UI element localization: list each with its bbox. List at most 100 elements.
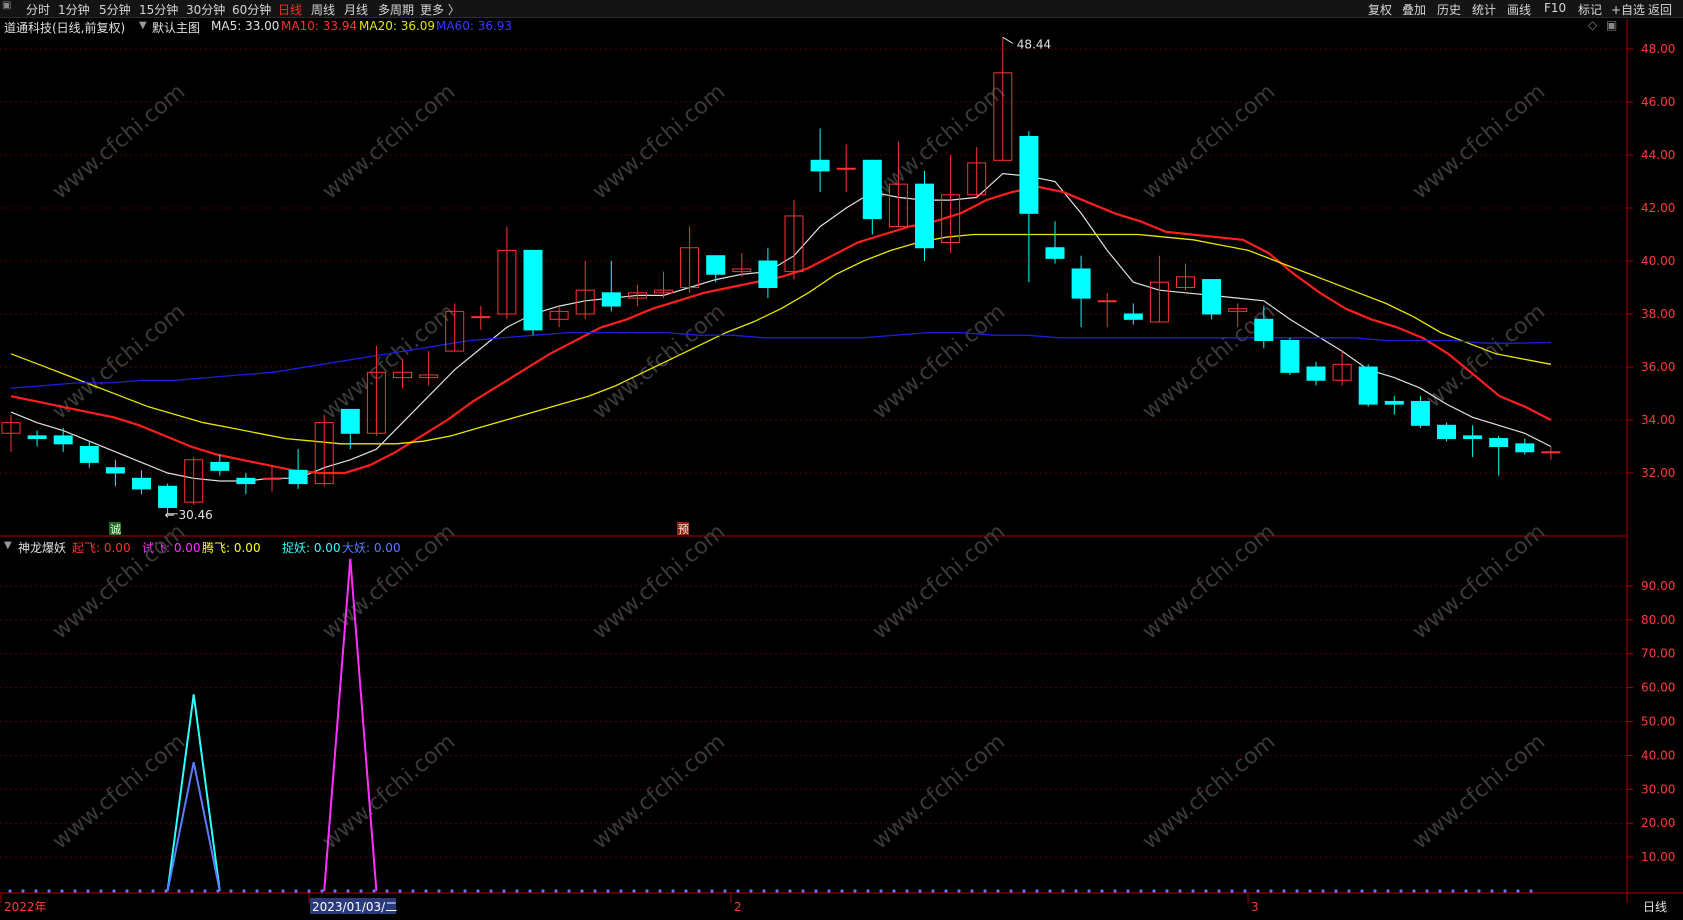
ma-line-ma20: [10, 233, 1552, 445]
baseline-marker: [320, 889, 324, 893]
baseline-marker: [385, 889, 389, 893]
candle: [1463, 425, 1483, 458]
baseline-marker: [1451, 889, 1455, 893]
baseline-marker: [1100, 889, 1104, 893]
candle: [1489, 435, 1509, 476]
baseline-marker: [86, 889, 90, 893]
watermark-text: www.cfchi.com: [868, 729, 1010, 854]
baseline-marker: [60, 889, 64, 893]
candle: [1045, 221, 1065, 264]
candle-body-up: [262, 477, 282, 480]
signal-mark-2: 预: [678, 523, 689, 536]
baseline-marker: [1217, 889, 1221, 893]
period-label: 日线: [1643, 900, 1667, 914]
candle: [523, 249, 543, 336]
candle-body-down: [27, 435, 47, 440]
candle-body-up: [1541, 451, 1561, 454]
candle-body-down: [1515, 443, 1535, 453]
indicator-label: 70.00: [1641, 647, 1675, 661]
price-label: 46.00: [1641, 95, 1675, 109]
baseline-marker: [1438, 889, 1442, 893]
candle: [236, 473, 256, 495]
baseline-marker: [216, 889, 220, 893]
candle: [784, 200, 804, 280]
indicator-label: 60.00: [1641, 681, 1675, 695]
candle-body-down: [601, 292, 621, 307]
baseline-marker: [1061, 889, 1065, 893]
candle-body-down: [1071, 268, 1091, 299]
baseline-marker: [1477, 889, 1481, 893]
high-price-label: 48.44: [1017, 37, 1051, 51]
baseline-marker: [294, 889, 298, 893]
candle: [1515, 438, 1535, 455]
candle-body-down: [236, 477, 256, 485]
watermark-text: www.cfchi.com: [1408, 519, 1550, 644]
candle-body-down: [1045, 247, 1065, 259]
watermark-text: www.cfchi.com: [48, 519, 190, 644]
baseline-marker: [580, 889, 584, 893]
baseline-marker: [112, 889, 116, 893]
baseline-marker: [164, 889, 168, 893]
baseline-marker: [268, 889, 272, 893]
kline-chart[interactable]: www.cfchi.com www.cfchi.com www.cfchi.com w…: [0, 0, 1683, 920]
baseline-marker: [1399, 889, 1403, 893]
baseline-marker: [762, 889, 766, 893]
baseline-marker: [684, 889, 688, 893]
baseline-marker: [1230, 889, 1234, 893]
baseline-marker: [671, 889, 675, 893]
baseline-marker: [931, 889, 935, 893]
baseline-marker: [1204, 889, 1208, 893]
candle: [262, 465, 282, 492]
baseline-marker: [775, 889, 779, 893]
candle: [862, 159, 882, 235]
baseline-marker: [593, 889, 597, 893]
baseline-marker: [710, 889, 714, 893]
candle-body-down: [1254, 318, 1274, 341]
baseline-marker: [1295, 889, 1299, 893]
baseline-marker: [346, 889, 350, 893]
price-label: 38.00: [1641, 307, 1675, 321]
candle: [575, 261, 595, 320]
baseline-marker: [918, 889, 922, 893]
baseline-marker: [892, 889, 896, 893]
baseline-marker: [1386, 889, 1390, 893]
baseline-marker: [333, 889, 337, 893]
baseline-marker: [957, 889, 961, 893]
baseline-marker: [619, 889, 623, 893]
candle-body-down: [1463, 435, 1483, 440]
candle: [105, 459, 125, 487]
candle-body-down: [158, 485, 178, 508]
candle-body-down: [1384, 400, 1404, 405]
date-label: 3: [1251, 900, 1259, 914]
baseline-marker: [1373, 889, 1377, 893]
candle: [1019, 131, 1039, 283]
baseline-marker: [242, 889, 246, 893]
baseline-marker: [424, 889, 428, 893]
watermark-text: www.cfchi.com: [1408, 729, 1550, 854]
baseline-marker: [879, 889, 883, 893]
watermark-text: www.cfchi.com: [318, 519, 460, 644]
baseline-marker: [723, 889, 727, 893]
candle: [132, 470, 151, 495]
ma-line-ma5: [10, 172, 1552, 482]
baseline-marker: [905, 889, 909, 893]
candle: [1123, 303, 1143, 325]
candle: [836, 144, 856, 193]
watermark-text: www.cfchi.com: [318, 79, 460, 204]
baseline-marker: [541, 889, 545, 893]
candle: [1, 414, 21, 452]
candle-body-down: [340, 408, 360, 434]
candle-body-up: [1097, 300, 1117, 303]
baseline-marker: [1490, 889, 1494, 893]
baseline-marker: [697, 889, 701, 893]
price-label: 36.00: [1641, 360, 1675, 374]
baseline-marker: [1165, 889, 1169, 893]
baseline-marker: [1009, 889, 1013, 893]
candle: [1097, 292, 1117, 328]
baseline-marker: [801, 889, 805, 893]
candle: [654, 271, 673, 299]
candle: [810, 128, 830, 193]
baseline-marker: [840, 889, 844, 893]
baseline-marker: [1074, 889, 1078, 893]
baseline-marker: [1412, 889, 1416, 893]
